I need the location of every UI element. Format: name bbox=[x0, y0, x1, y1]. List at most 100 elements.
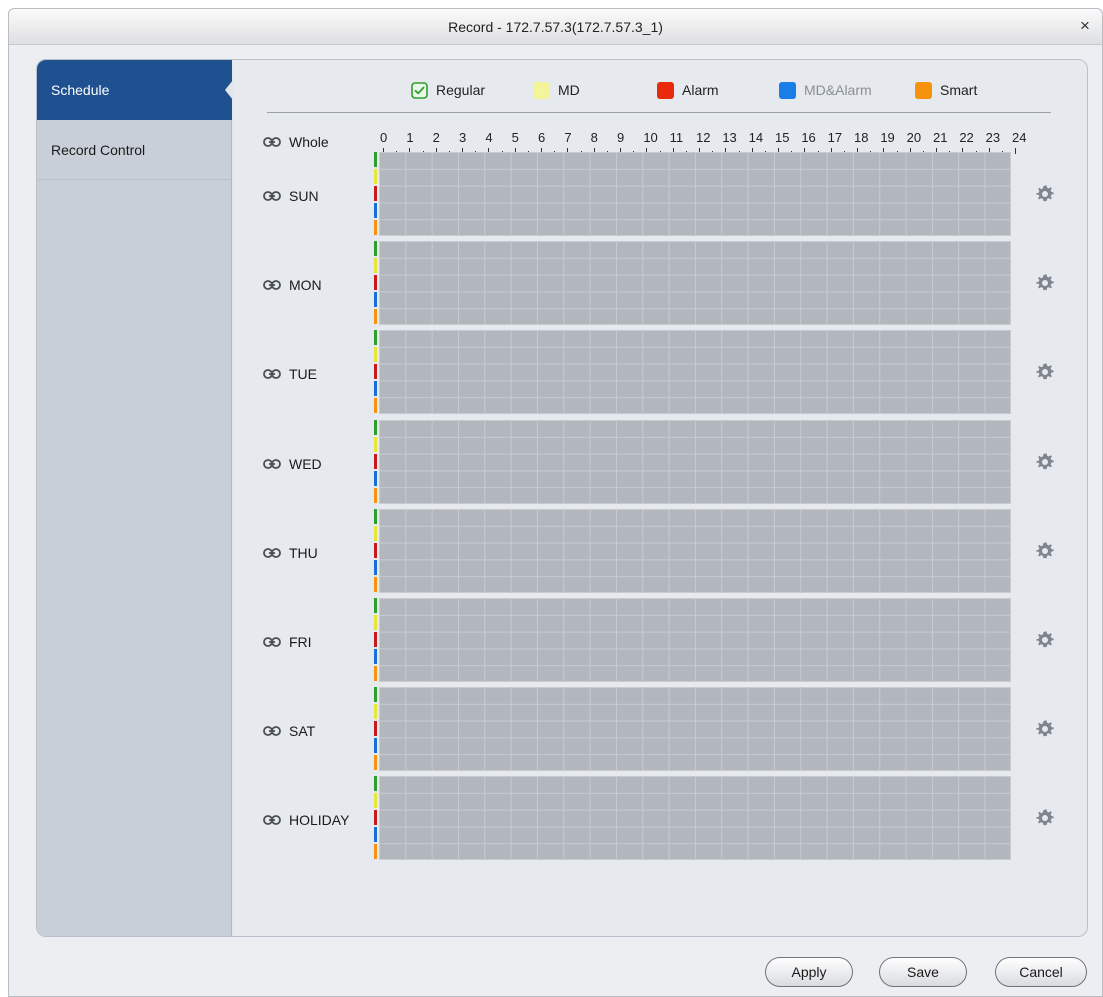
save-button[interactable]: Save bbox=[879, 957, 967, 987]
whole-label: Whole bbox=[289, 134, 329, 150]
hour-label: 13 bbox=[722, 130, 737, 145]
record-type-strip bbox=[374, 508, 377, 524]
record-type-strip bbox=[374, 419, 377, 435]
record-type-strips bbox=[374, 508, 378, 593]
link-icon bbox=[263, 726, 281, 737]
day-label: HOLIDAY bbox=[289, 812, 350, 829]
record-type-strip bbox=[374, 721, 377, 737]
day-link[interactable]: THU bbox=[263, 543, 318, 563]
hour-label: 17 bbox=[827, 130, 843, 145]
hour-label: 7 bbox=[564, 130, 572, 145]
link-icon bbox=[263, 137, 281, 147]
record-type-strips bbox=[374, 687, 378, 771]
record-type-strip bbox=[374, 687, 377, 703]
link-icon bbox=[263, 547, 281, 558]
gear-icon[interactable] bbox=[1035, 719, 1055, 739]
record-type-strip bbox=[374, 292, 377, 308]
day-row: SUN bbox=[263, 152, 1055, 236]
legend-label: Smart bbox=[940, 82, 978, 98]
schedule-grid[interactable] bbox=[379, 419, 1011, 504]
gear-icon[interactable] bbox=[1035, 452, 1055, 472]
hour-label: 9 bbox=[617, 130, 625, 145]
record-type-strips bbox=[374, 598, 378, 682]
record-type-strip bbox=[374, 453, 377, 469]
link-icon bbox=[263, 280, 281, 291]
record-type-strip bbox=[374, 632, 377, 647]
legend-regular[interactable]: Regular bbox=[411, 80, 485, 100]
legend-smart[interactable]: Smart bbox=[915, 80, 977, 100]
main-panel: Schedule Record Control Regular MD Alarm… bbox=[36, 59, 1088, 937]
gear-icon[interactable] bbox=[1035, 808, 1055, 828]
close-icon[interactable]: × bbox=[1076, 17, 1094, 35]
record-type-strip bbox=[374, 258, 377, 274]
schedule-grid[interactable] bbox=[379, 152, 1011, 236]
record-type-strip bbox=[374, 704, 377, 720]
day-label: FRI bbox=[289, 634, 312, 650]
schedule-grid[interactable] bbox=[379, 330, 1011, 415]
gear-icon[interactable] bbox=[1035, 273, 1055, 293]
record-type-strip bbox=[374, 615, 377, 630]
day-link[interactable]: SUN bbox=[263, 186, 319, 206]
sidebar-item-record-control[interactable]: Record Control bbox=[37, 120, 232, 180]
legend-md-alarm[interactable]: MD&Alarm bbox=[779, 80, 872, 100]
link-icon bbox=[263, 191, 281, 201]
day-row: TUE bbox=[263, 330, 1055, 415]
legend-divider bbox=[267, 112, 1051, 113]
legend-label: Regular bbox=[436, 82, 486, 98]
day-label: SUN bbox=[289, 188, 319, 204]
hour-label: 14 bbox=[748, 130, 764, 145]
day-link[interactable]: HOLIDAY bbox=[263, 810, 349, 830]
schedule-grid[interactable] bbox=[379, 241, 1011, 326]
schedule-grid[interactable] bbox=[379, 598, 1011, 682]
hour-label: 21 bbox=[933, 130, 948, 145]
day-label: SAT bbox=[289, 723, 316, 740]
record-type-strip bbox=[374, 169, 377, 184]
hour-label: 16 bbox=[801, 130, 816, 145]
hour-label: 10 bbox=[643, 130, 658, 145]
day-link[interactable]: WED bbox=[263, 454, 322, 474]
day-label: WED bbox=[289, 455, 322, 472]
legend-md[interactable]: MD bbox=[533, 80, 580, 100]
record-type-strip bbox=[374, 436, 377, 452]
legend-swatch bbox=[657, 81, 674, 99]
hour-label: 0 bbox=[380, 130, 388, 145]
cancel-button[interactable]: Cancel bbox=[995, 957, 1087, 987]
legend-alarm[interactable]: Alarm bbox=[657, 80, 719, 100]
day-link[interactable]: FRI bbox=[263, 632, 312, 652]
gear-icon[interactable] bbox=[1035, 362, 1055, 382]
check-icon[interactable] bbox=[411, 81, 428, 99]
record-type-strip bbox=[374, 364, 377, 380]
gear-icon[interactable] bbox=[1035, 184, 1055, 204]
record-type-strip bbox=[374, 186, 377, 201]
sidebar-item-label: Schedule bbox=[51, 82, 110, 98]
record-type-strip bbox=[374, 827, 377, 843]
hour-scale: 0 1 2 3 4 5 6 7 8 9 10 11 12 13 14 15 16 17 18 19 20 21 22 23 24 bbox=[380, 130, 1026, 154]
day-link[interactable]: MON bbox=[263, 275, 322, 295]
hour-label: 18 bbox=[854, 130, 869, 145]
schedule-grid[interactable] bbox=[379, 508, 1011, 593]
legend-label: Alarm bbox=[682, 82, 719, 98]
record-type-strip bbox=[374, 598, 377, 613]
day-link[interactable]: SAT bbox=[263, 721, 315, 741]
record-type-strips bbox=[374, 152, 378, 236]
link-icon bbox=[263, 369, 281, 380]
schedule-grid[interactable] bbox=[379, 687, 1011, 772]
legend-swatch bbox=[915, 81, 932, 99]
record-type-strip bbox=[374, 275, 377, 291]
record-type-strip bbox=[374, 576, 377, 592]
gear-icon[interactable] bbox=[1035, 630, 1055, 650]
link-icon bbox=[263, 637, 281, 647]
legend-label: MD&Alarm bbox=[804, 82, 872, 98]
hour-label: 5 bbox=[511, 130, 519, 145]
record-type-strip bbox=[374, 220, 377, 235]
hour-label: 19 bbox=[880, 130, 895, 145]
schedule-grid[interactable] bbox=[379, 776, 1011, 861]
apply-button[interactable]: Apply bbox=[765, 957, 853, 987]
whole-link[interactable]: Whole bbox=[263, 132, 329, 152]
record-dialog: Record - 172.7.57.3(172.7.57.3_1) × Sche… bbox=[8, 8, 1103, 997]
record-type-strip bbox=[374, 309, 377, 325]
sidebar-item-schedule[interactable]: Schedule bbox=[37, 60, 233, 120]
day-link[interactable]: TUE bbox=[263, 364, 317, 384]
record-type-strip bbox=[374, 738, 377, 754]
gear-icon[interactable] bbox=[1035, 541, 1055, 561]
